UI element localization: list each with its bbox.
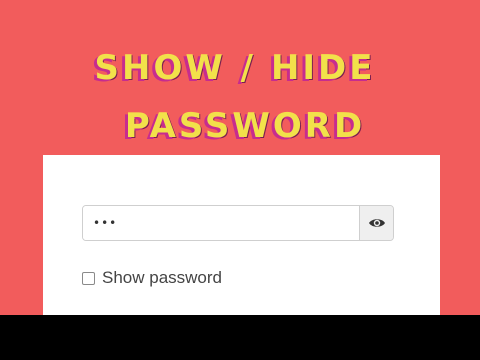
login-card: ••• Show password [43,155,440,315]
password-input-group: ••• [82,205,394,241]
thumbnail-stage: SHOW / HIDE PASSWORD ••• Show password [0,0,480,315]
show-password-label: Show password [102,268,223,287]
password-input[interactable]: ••• [83,206,359,240]
toggle-visibility-button[interactable] [359,206,393,240]
show-password-checkbox[interactable] [82,271,95,285]
title-line-1: SHOW / HIDE [94,48,376,88]
title-line-2: PASSWORD [124,106,366,146]
eye-icon [368,219,385,227]
show-password-row[interactable]: Show password [82,268,222,288]
